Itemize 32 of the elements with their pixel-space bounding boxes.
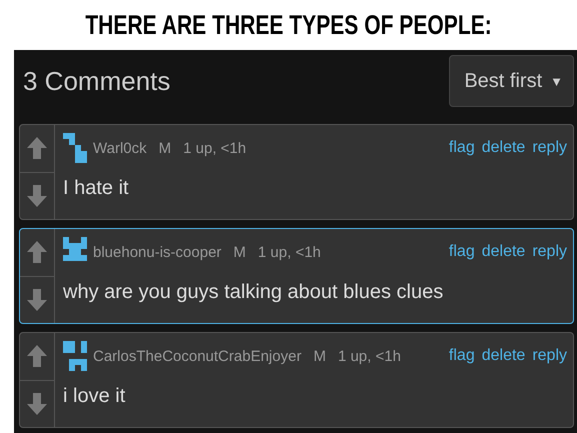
sort-dropdown[interactable]: Best first ▼ xyxy=(449,55,574,107)
comment-action-link[interactable]: flag xyxy=(448,243,475,261)
up-arrow-icon xyxy=(27,241,47,264)
comment-action-link[interactable]: flag xyxy=(448,347,475,365)
comment-action-link[interactable]: reply xyxy=(532,243,567,261)
down-arrow-icon xyxy=(27,288,47,311)
comment-meta: 1 up, <1h xyxy=(258,244,321,260)
username: CarlosTheCoconutCrabEnjoyer xyxy=(93,348,302,364)
user-rank-label: M xyxy=(313,348,326,364)
comment-action-link[interactable]: flag xyxy=(448,139,475,157)
down-arrow-icon xyxy=(27,184,47,207)
comment-text: i love it xyxy=(62,384,126,408)
up-arrow-icon xyxy=(27,137,47,160)
comment-text: I hate it xyxy=(62,176,130,200)
comments-count: 3 Comments xyxy=(22,66,170,96)
comment-action-link[interactable]: reply xyxy=(532,347,567,365)
avatar-icon xyxy=(61,133,89,163)
comment-meta: 1 up, <1h xyxy=(338,348,401,364)
comment-action-link[interactable]: delete xyxy=(482,347,526,365)
comment-text: why are you guys talking about blues clues xyxy=(62,280,444,304)
username: bluehonu-is-cooper xyxy=(93,244,222,260)
comment-action-link[interactable]: delete xyxy=(482,139,526,157)
comment-meta: 1 up, <1h xyxy=(183,140,246,156)
down-arrow-icon xyxy=(27,392,47,415)
user-rank-label: M xyxy=(233,244,246,260)
username: Warl0ck xyxy=(93,140,147,156)
avatar-icon xyxy=(61,341,89,371)
up-arrow-icon xyxy=(27,345,47,368)
user-rank-label: M xyxy=(158,140,172,156)
meme-caption: THERE ARE THREE TYPES OF PEOPLE: xyxy=(85,10,492,40)
comment-action-link[interactable]: delete xyxy=(482,243,526,261)
comment-action-link[interactable]: reply xyxy=(532,139,567,157)
